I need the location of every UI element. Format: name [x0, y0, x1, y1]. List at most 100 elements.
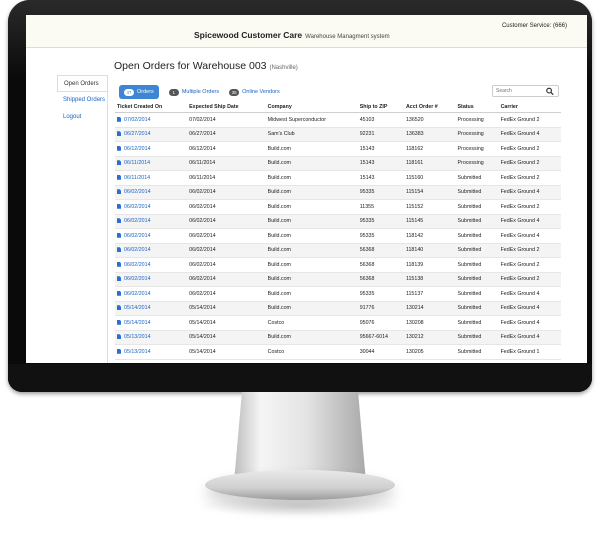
column-header[interactable]: Status — [455, 102, 499, 113]
sidebar-item-open-orders[interactable]: Open Orders — [57, 75, 107, 92]
column-header[interactable]: Carrier — [498, 102, 561, 113]
cell-value: 115154 — [405, 189, 424, 196]
document-icon[interactable] — [117, 305, 121, 311]
document-icon[interactable] — [117, 261, 121, 267]
table-row[interactable]: 06/12/2014 06/12/2014 Build.com 15143 118162… — [115, 141, 561, 157]
cell-value: Submitted — [457, 203, 482, 210]
document-icon[interactable] — [117, 247, 121, 253]
table-row[interactable]: 06/02/2014 06/02/2014 Build.com 11355 115152… — [115, 199, 561, 215]
ticket-link[interactable]: 06/02/2014 — [124, 233, 151, 239]
cell-value: 95076 — [359, 319, 375, 326]
document-icon[interactable] — [117, 189, 121, 195]
ticket-link[interactable]: 05/13/2014 — [124, 334, 151, 340]
filter-tab-multiple-orders[interactable]: 1 Multiple Orders — [168, 85, 219, 99]
sidebar-item-logout[interactable]: Logout — [57, 109, 107, 126]
table-row[interactable]: 06/02/2014 06/02/2014 Build.com 95335 115154… — [115, 185, 561, 200]
table-cell: 56368 — [357, 257, 404, 273]
cell-value: 15143 — [359, 160, 375, 167]
table-row[interactable]: 06/02/2014 06/02/2014 Build.com 95335 115145… — [115, 214, 561, 229]
cell-value: Build.com — [267, 261, 291, 268]
table-cell: 95335 — [357, 286, 404, 302]
document-icon[interactable] — [117, 203, 121, 209]
column-header[interactable]: Ship to ZIP — [357, 102, 404, 113]
cell-value: 130208 — [405, 319, 424, 326]
ticket-link[interactable]: 06/02/2014 — [124, 189, 151, 195]
table-row[interactable]: 05/13/2014 05/14/2014 Costco 30044 130205 Sub… — [115, 344, 561, 360]
ticket-link[interactable]: 06/27/2014 — [124, 131, 151, 137]
search-icon[interactable] — [545, 87, 555, 96]
document-icon[interactable] — [117, 348, 121, 354]
document-icon[interactable] — [117, 160, 121, 166]
cell-value: 06/02/2014 — [189, 218, 216, 225]
table-row[interactable]: 05/14/2014 05/14/2014 Costco 95076 130208 Sub… — [115, 315, 561, 331]
table-row[interactable]: 06/11/2014 06/11/2014 Build.com 15143 115160… — [115, 170, 561, 186]
table-row[interactable]: 06/27/2014 06/27/2014 Sam's Club 92231 13638… — [115, 127, 561, 142]
table-row[interactable]: 06/02/2014 06/02/2014 Build.com 56368 115138… — [115, 272, 561, 287]
table-cell: 95076 — [357, 315, 404, 331]
document-icon[interactable] — [117, 276, 121, 282]
document-icon[interactable] — [117, 131, 121, 137]
ticket-link[interactable]: 05/14/2014 — [124, 305, 151, 311]
document-icon[interactable] — [117, 116, 121, 122]
table-cell: 05/13/2014 — [115, 330, 188, 345]
table-cell: Build.com — [265, 170, 358, 186]
table-row[interactable]: 06/02/2014 06/02/2014 Build.com 56368 118140… — [115, 243, 561, 258]
ticket-link[interactable]: 06/02/2014 — [124, 247, 151, 253]
cell-value: Submitted — [457, 276, 482, 283]
table-cell: FedEx Ground 4 — [498, 315, 561, 331]
document-icon[interactable] — [117, 232, 121, 238]
search-box[interactable] — [492, 85, 559, 97]
document-icon[interactable] — [117, 145, 121, 151]
document-icon[interactable] — [117, 334, 121, 340]
cell-value: 115145 — [405, 218, 424, 225]
ticket-link[interactable]: 06/12/2014 — [124, 146, 151, 152]
column-header[interactable]: Company — [265, 102, 358, 113]
table-row[interactable]: 07/02/2014 07/02/2014 Midwest Superconduct… — [115, 112, 561, 128]
ticket-link[interactable]: 05/13/2014 — [124, 349, 151, 355]
table-cell: 05/14/2014 — [115, 315, 188, 331]
cell-value: 95335 — [359, 218, 375, 225]
document-icon[interactable] — [117, 319, 121, 325]
column-header[interactable]: Ticket Created On — [115, 102, 188, 113]
sidebar-item-shipped-orders[interactable]: Shipped Orders — [57, 92, 107, 109]
filter-tab-orders[interactable]: 47 Orders — [119, 85, 159, 99]
table-row[interactable]: 06/02/2014 06/02/2014 Build.com 95335 115137… — [115, 286, 561, 302]
cell-value: Build.com — [267, 145, 291, 152]
document-icon[interactable] — [117, 218, 121, 224]
monitor-stand-base — [205, 470, 395, 500]
table-cell: FedEx Ground 4 — [498, 214, 561, 229]
cell-value: FedEx Ground 2 — [500, 160, 540, 167]
ticket-link[interactable]: 06/02/2014 — [124, 291, 151, 297]
ticket-link[interactable]: 06/02/2014 — [124, 276, 151, 282]
table-row[interactable]: 05/13/2014 05/14/2014 Build.com 95667-6014 1… — [115, 330, 561, 345]
ticket-link[interactable]: 06/02/2014 — [124, 262, 151, 268]
sidebar-divider — [107, 75, 108, 363]
table-row[interactable]: 06/02/2014 06/02/2014 Build.com 56368 118139… — [115, 257, 561, 273]
cell-value: 91776 — [359, 305, 375, 312]
ticket-link[interactable]: 07/02/2014 — [124, 117, 151, 123]
ticket-link[interactable]: 06/11/2014 — [124, 175, 150, 181]
search-input[interactable] — [493, 86, 548, 96]
table-row[interactable]: 06/11/2014 06/11/2014 Build.com 15143 118161… — [115, 156, 561, 171]
cell-value: 05/14/2014 — [189, 305, 216, 312]
page-title: Open Orders for Warehouse 003 (Nashville… — [114, 60, 298, 72]
cell-value: Submitted — [457, 189, 482, 196]
cell-value: 130212 — [405, 334, 424, 341]
ticket-link[interactable]: 06/02/2014 — [124, 218, 151, 224]
cell-value: Build.com — [267, 232, 291, 239]
column-header[interactable]: Acct Order # — [403, 102, 456, 113]
table-row[interactable]: 05/14/2014 05/14/2014 Build.com 91776 130214… — [115, 301, 561, 316]
document-icon[interactable] — [117, 290, 121, 296]
ticket-link[interactable]: 06/11/2014 — [124, 160, 150, 166]
table-cell: FedEx Ground 2 — [498, 199, 561, 215]
ticket-link[interactable]: 06/02/2014 — [124, 204, 151, 210]
table-row[interactable]: 06/02/2014 06/02/2014 Build.com 95335 118142… — [115, 228, 561, 244]
cell-value: 95335 — [359, 189, 375, 196]
document-icon[interactable] — [117, 174, 121, 180]
filter-tab-online-vendors[interactable]: 35 Online Vendors — [229, 85, 280, 99]
table-cell: 136520 — [403, 112, 456, 128]
sidebar-nav: Open Orders Shipped Orders Logout — [57, 75, 107, 126]
column-header[interactable]: Expected Ship Date — [187, 102, 266, 113]
cell-value: FedEx Ground 4 — [500, 189, 540, 196]
ticket-link[interactable]: 05/14/2014 — [124, 320, 151, 326]
